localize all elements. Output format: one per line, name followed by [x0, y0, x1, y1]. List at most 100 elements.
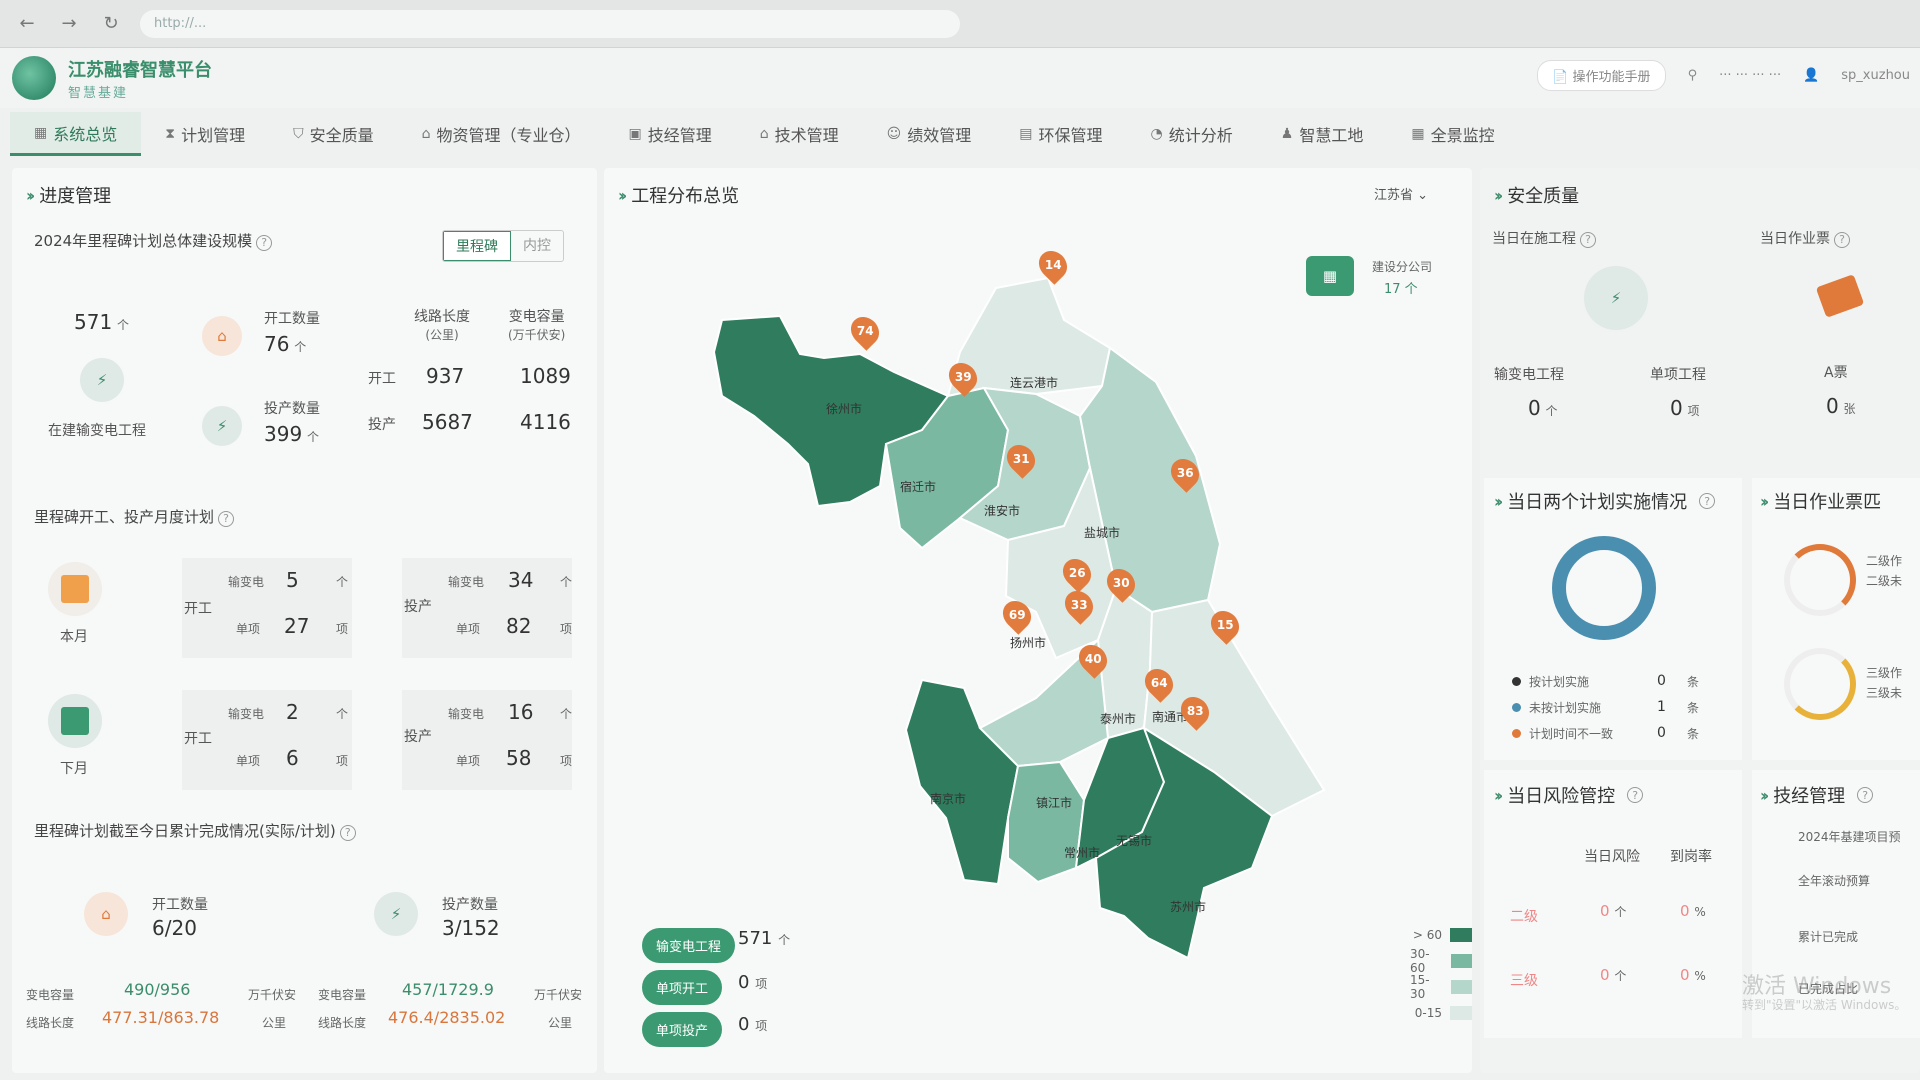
this-prod-single: 82: [506, 614, 532, 638]
single-prod-button[interactable]: 单项投产: [642, 1012, 723, 1047]
risk3-count: 0 个: [1600, 966, 1626, 984]
user-name[interactable]: sp_xuzhou: [1841, 68, 1910, 83]
grid-icon: ▦: [1411, 126, 1425, 142]
menu-item-label: 安全质量: [309, 126, 374, 145]
cum-prod-value: 3/152: [442, 916, 500, 940]
menu-item-5[interactable]: ⌂ 技术管理: [736, 112, 863, 156]
risk3-value: 0: [1600, 966, 1610, 984]
cum-prod-cap: 457/1729.9: [402, 980, 494, 999]
menu-item-4[interactable]: ▣ 技经管理: [605, 112, 736, 156]
plan-legend: 按计划实施 0 条未按计划实施 1 条计划时间不一致 0 条: [1512, 668, 1699, 746]
unit-xiang: 项: [336, 754, 349, 768]
map-marker-count: 40: [1084, 652, 1102, 667]
trans-proj-unit: 个: [1545, 404, 1558, 418]
reload-icon[interactable]: ↻: [98, 11, 124, 37]
single-proj-label: 单项工程: [1650, 367, 1706, 383]
trans-project-label: 输变电工程: [656, 940, 722, 955]
a-ticket-unit: 张: [1843, 402, 1856, 416]
cumulative-title: 里程碑计划截至今日累计完成情况(实际/计划)?: [34, 820, 356, 841]
single-proj-value: 0: [1670, 396, 1683, 420]
dashboard-icon: ▦: [34, 124, 48, 141]
single-prod-value: 0: [738, 1014, 750, 1035]
help-icon[interactable]: ?: [218, 510, 235, 527]
warehouse-icon: ⌂: [421, 126, 431, 142]
help-icon[interactable]: ?: [1857, 787, 1874, 803]
menu-item-label: 绩效管理: [907, 126, 972, 145]
region-changzhou[interactable]: [1007, 760, 1086, 884]
forward-icon[interactable]: →: [56, 11, 82, 37]
toggle-milestone[interactable]: 里程碑: [443, 231, 511, 261]
toggle-internal[interactable]: 内控: [511, 231, 563, 261]
help-icon[interactable]: ?: [1580, 231, 1596, 248]
shield-icon: ⛉: [293, 126, 304, 142]
trans-project-button[interactable]: 输变电工程: [642, 928, 736, 963]
safety-panel: ›› 安全质量 当日在施工程? 当日作业票? ⚡ 输变电工程 单项工程 A票 0…: [1480, 168, 1920, 1073]
menu-item-9[interactable]: ♟ 智慧工地: [1257, 112, 1388, 156]
start-label: 开工数量: [264, 311, 320, 327]
total-count: 571 个: [74, 310, 129, 334]
jiangsu-map[interactable]: [604, 168, 1472, 1073]
user-org-select[interactable]: ··· ··· ··· ···: [1719, 68, 1781, 83]
city-label: 淮安市: [984, 504, 1021, 518]
menu-item-2[interactable]: ⛉ 安全质量: [269, 112, 398, 156]
app-header: 江苏融睿智慧平台 智慧基建 📄 操作功能手册 ⚲ ··· ··· ··· ···…: [0, 48, 1920, 108]
manual-button-label: 操作功能手册: [1572, 70, 1651, 85]
menu-item-1[interactable]: ⧗ 计划管理: [141, 112, 269, 156]
menu-item-7[interactable]: ▤ 环保管理: [995, 112, 1126, 156]
user-org-icon: ⚲: [1687, 68, 1698, 83]
tech-line-1: 2024年基建项目预: [1798, 830, 1901, 844]
address-bar[interactable]: http://...: [140, 9, 960, 38]
menu-item-10[interactable]: ▦ 全景监控: [1387, 112, 1518, 156]
help-icon[interactable]: ?: [256, 234, 273, 251]
legend-row: 30-60: [1410, 947, 1472, 975]
back-icon[interactable]: ←: [14, 11, 40, 37]
chevron-icon: ››: [1494, 185, 1503, 205]
start-value: 76: [264, 332, 290, 356]
milestone-toggle[interactable]: 里程碑 内控: [442, 230, 564, 262]
map-marker-count: 36: [1176, 466, 1194, 481]
hourglass-icon: ⧗: [165, 126, 176, 142]
help-icon[interactable]: ?: [1699, 493, 1716, 509]
browser-toolbar: ← → ↻ http://...: [0, 0, 1920, 48]
menu-item-6[interactable]: ☺ 绩效管理: [863, 112, 996, 156]
manual-button[interactable]: 📄 操作功能手册: [1537, 60, 1666, 91]
next-month-label: 下月: [60, 761, 88, 777]
menu-item-label: 智慧工地: [1299, 126, 1364, 145]
plan-legend-value: 0: [1657, 673, 1666, 689]
region-nanjing[interactable]: [904, 678, 1020, 886]
menu-item-0[interactable]: ▦ 系统总览: [10, 112, 142, 156]
legend-label: > 60: [1412, 928, 1442, 942]
legend-swatch: [1451, 980, 1472, 994]
start-cap-value: 1089: [520, 364, 571, 388]
cap-label-2: 变电容量: [318, 988, 367, 1002]
unit-ge: 个: [560, 707, 573, 721]
chevron-icon: ››: [1760, 785, 1769, 805]
this-start-single-label: 单项: [236, 622, 261, 636]
prod-count: 399 个: [264, 422, 319, 446]
a-ticket-label: A票: [1824, 365, 1848, 381]
help-icon[interactable]: ?: [1627, 787, 1644, 803]
cum-start-line: 477.31/863.78: [102, 1008, 220, 1027]
start-unit: 个: [294, 340, 307, 354]
help-icon[interactable]: ?: [339, 824, 356, 841]
single-start-button[interactable]: 单项开工: [642, 970, 723, 1005]
chevron-icon: ››: [1494, 491, 1503, 511]
cum-start-label: 开工数量: [152, 897, 208, 913]
menu-item-label: 技术管理: [774, 126, 839, 145]
ticket-lvl2b: 二级未: [1866, 574, 1903, 588]
menu-item-3[interactable]: ⌂ 物资管理（专业仓）: [398, 112, 605, 156]
single-start-label: 单项开工: [656, 982, 709, 997]
ticket-lvl3b: 三级未: [1866, 686, 1903, 700]
a-ticket-value: 0: [1826, 394, 1839, 418]
help-icon[interactable]: ?: [1834, 231, 1850, 248]
two-plans-title-text: 当日两个计划实施情况: [1507, 492, 1688, 513]
legend-label: 0-15: [1414, 1006, 1442, 1020]
map-marker-count: 39: [954, 370, 972, 385]
cum-prod-line: 476.4/2835.02: [388, 1008, 506, 1027]
cumulative-title-text: 里程碑计划截至今日累计完成情况(实际/计划): [34, 822, 336, 840]
trans-proj-count: 0 个: [1528, 396, 1558, 420]
map-legend: > 60 30-60 15-30 0-15: [1410, 922, 1472, 1026]
this-month-icon: [48, 562, 102, 616]
prod-cap-value: 4116: [520, 410, 571, 434]
menu-item-8[interactable]: ◔ 统计分析: [1127, 112, 1257, 156]
